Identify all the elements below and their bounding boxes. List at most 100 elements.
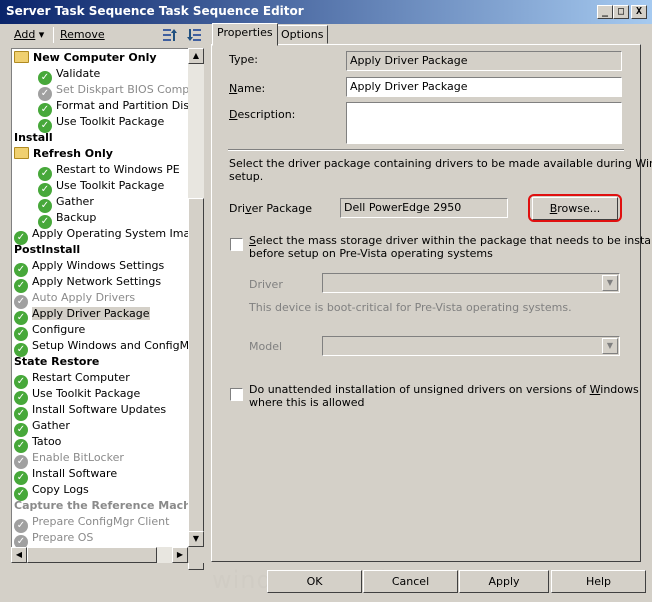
task-sequence-tree[interactable]: New Computer Only ✓ Validate ✓ Set Diskpart … xyxy=(11,48,204,563)
tree-item[interactable]: ✓ Apply Driver Package xyxy=(14,306,150,325)
toolbar-separator xyxy=(53,27,54,43)
add-menu-button[interactable]: Add ▾ xyxy=(14,28,44,41)
tree-item[interactable]: ✓ Tatoo xyxy=(14,434,62,453)
tree-item[interactable]: ✓ Configure xyxy=(14,322,85,341)
move-down-icon xyxy=(187,29,201,41)
tree-item[interactable]: Install xyxy=(14,130,53,146)
name-label-accel: N xyxy=(229,82,238,95)
model-label: Model xyxy=(249,340,283,353)
close-button[interactable]: X xyxy=(631,5,647,19)
tree-item[interactable]: ✓ Gather xyxy=(38,194,94,213)
scroll-thumb[interactable] xyxy=(188,198,204,570)
tree-vertical-scrollbar[interactable]: ▲ ▼ xyxy=(188,48,204,570)
tree-item-label: Use Toolkit Package xyxy=(56,179,165,192)
chevron-down-icon: ▾ xyxy=(38,28,45,41)
tree-item[interactable]: ✓ Use Toolkit Package xyxy=(14,386,140,405)
boot-critical-note: This device is boot-critical for Pre-Vis… xyxy=(249,301,572,314)
tree-item[interactable]: ✓ Auto Apply Drivers xyxy=(14,290,135,309)
tab-options[interactable]: Options xyxy=(276,25,329,44)
tree-item-label: Set Diskpart BIOS Compatibi xyxy=(56,83,204,96)
driver-select[interactable]: ▼ xyxy=(322,273,620,293)
tree-item[interactable]: ✓ Install Software Updates xyxy=(14,402,167,421)
tree-item-label: Apply Driver Package xyxy=(32,307,150,320)
scroll-up-button[interactable]: ▲ xyxy=(188,48,204,64)
help-button[interactable]: Help xyxy=(551,570,646,593)
move-up-button[interactable] xyxy=(162,27,178,43)
window-title: Server Task Sequence Task Sequence Edito… xyxy=(6,4,304,18)
tab-properties[interactable]: Properties xyxy=(212,23,278,46)
scroll-right-button[interactable]: ▶ xyxy=(172,547,188,563)
tree-item[interactable]: ✓ Enable BitLocker xyxy=(14,450,124,469)
ok-button[interactable]: OK xyxy=(267,570,362,593)
unattended-checkbox[interactable] xyxy=(230,388,243,401)
tree-item[interactable]: ✓ Apply Network Settings xyxy=(14,274,162,293)
tree-item-label: Copy Logs xyxy=(32,483,89,496)
tree-item[interactable]: ✓ Use Toolkit Package xyxy=(38,178,165,197)
driver-package-field: Dell PowerEdge 2950 xyxy=(340,198,508,218)
tree-item[interactable]: State Restore xyxy=(14,354,99,370)
folder-icon xyxy=(14,51,29,63)
add-label: Add xyxy=(14,28,36,41)
cancel-button[interactable]: Cancel xyxy=(363,570,458,593)
tree-item[interactable]: ✓ Gather xyxy=(14,418,70,437)
tree-item[interactable]: ✓ Validate xyxy=(38,66,101,85)
tree-item-label: Gather xyxy=(32,419,70,432)
scroll-corner xyxy=(188,547,204,563)
tree-item[interactable]: ✓ Apply Windows Settings xyxy=(14,258,165,277)
tree-item[interactable]: ✓ Prepare OS xyxy=(14,530,93,549)
driver-label: Driver xyxy=(249,278,283,291)
unattended-line-1-rest: indows xyxy=(600,383,639,396)
name-input[interactable]: Apply Driver Package xyxy=(346,77,622,97)
name-label-text: ame: xyxy=(237,82,266,95)
scroll-left-button[interactable]: ◀ xyxy=(11,547,27,563)
name-label: Name: xyxy=(229,82,265,95)
tree-item[interactable]: ✓ Copy Logs xyxy=(14,482,89,501)
tree-item[interactable]: Refresh Only xyxy=(14,146,113,162)
tree-item-label: Install Software Updates xyxy=(32,403,167,416)
tree-item[interactable]: Capture the Reference Machin xyxy=(14,498,203,514)
tree-item[interactable]: ✓ Install Software xyxy=(14,466,117,485)
hscroll-thumb[interactable] xyxy=(27,547,157,563)
tree-item[interactable]: ✓ Format and Partition Disk xyxy=(38,98,196,117)
tree-item-label: Capture the Reference Machin xyxy=(14,499,203,512)
remove-button[interactable]: Remove xyxy=(60,28,105,41)
driver-package-label-pre: Dri xyxy=(229,202,246,215)
tree-item[interactable]: ✓ Use Toolkit Package xyxy=(38,114,165,133)
instructions-line-2: setup. xyxy=(229,170,264,183)
tree-item-label: Apply Windows Settings xyxy=(32,259,165,272)
tree-horizontal-scrollbar[interactable]: ◀ ▶ xyxy=(11,547,188,563)
maximize-button[interactable]: □ xyxy=(613,5,629,19)
tree-item-label: Apply Network Settings xyxy=(32,275,162,288)
description-label-text: escription: xyxy=(237,108,296,121)
tree-item[interactable]: ✓ Apply Operating System Image xyxy=(14,226,204,245)
tree-item[interactable]: PostInstall xyxy=(14,242,80,258)
tree-item[interactable]: New Computer Only xyxy=(14,50,157,66)
tree-item-label: Restart to Windows PE xyxy=(56,163,180,176)
tree-item[interactable]: ✓ Restart to Windows PE xyxy=(38,162,180,181)
mass-storage-line-2: before setup on Pre-Vista operating syst… xyxy=(249,247,493,260)
scroll-down-button[interactable]: ▼ xyxy=(188,531,204,547)
tree-item-label: Format and Partition Disk xyxy=(56,99,196,112)
mass-storage-checkbox[interactable] xyxy=(230,238,243,251)
tree-item[interactable]: ✓ Setup Windows and ConfigMgr xyxy=(14,338,201,357)
tree-item-label: Tatoo xyxy=(32,435,62,448)
description-input[interactable] xyxy=(346,102,622,144)
tree-item-label: Validate xyxy=(56,67,101,80)
move-down-button[interactable] xyxy=(186,27,202,43)
tree-item-label: Use Toolkit Package xyxy=(56,115,165,128)
minimize-button[interactable]: _ xyxy=(597,5,613,19)
tree-item-label: PostInstall xyxy=(14,243,81,256)
apply-button[interactable]: Apply xyxy=(459,570,549,593)
tree-item[interactable]: ✓ Prepare ConfigMgr Client xyxy=(14,514,170,533)
tree-item-label: Prepare ConfigMgr Client xyxy=(32,515,170,528)
tree-item[interactable]: ✓ Backup xyxy=(38,210,96,229)
mass-storage-accel: S xyxy=(249,234,256,247)
tree-item[interactable]: ✓ Set Diskpart BIOS Compatibi xyxy=(38,82,204,101)
tree-item[interactable]: ✓ Restart Computer xyxy=(14,370,130,389)
tree-item-label: Enable BitLocker xyxy=(32,451,124,464)
instructions-line-1: Select the driver package containing dri… xyxy=(229,157,652,170)
folder-icon xyxy=(14,147,29,159)
driver-package-label-rest: er Package xyxy=(251,202,312,215)
tree-item-label: Apply Operating System Image xyxy=(32,227,204,240)
model-select[interactable]: ▼ xyxy=(322,336,620,356)
